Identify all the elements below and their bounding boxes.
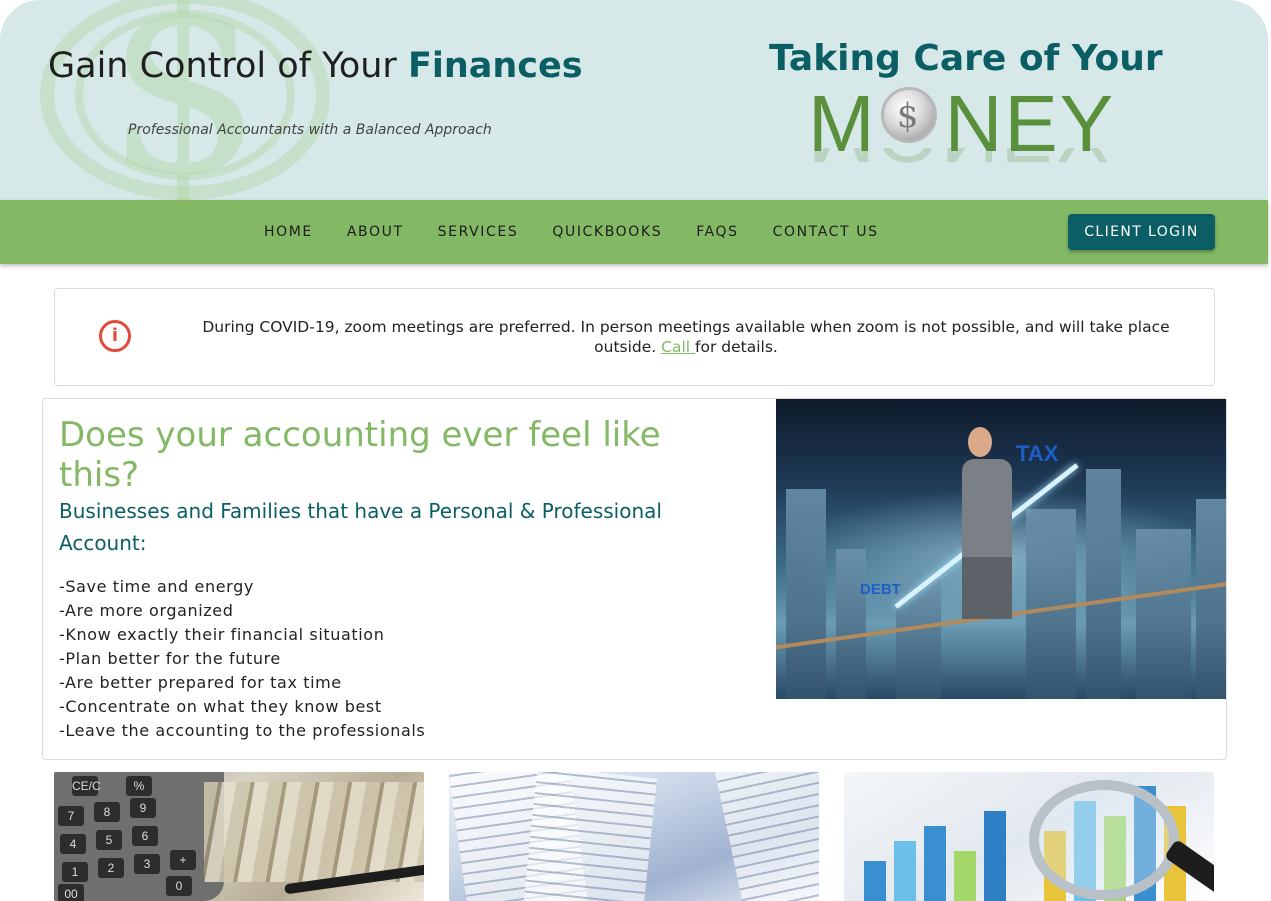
- coin-dollar-icon: $: [880, 87, 937, 143]
- benefit-item: -Are more organized: [59, 601, 234, 620]
- logo-heading: Taking Care of Your: [769, 38, 1163, 79]
- nav-item-about[interactable]: ABOUT: [330, 216, 421, 248]
- calculator-key: +: [170, 850, 196, 870]
- site-title-emphasis: Finances: [407, 46, 583, 86]
- nav-item-quickbooks[interactable]: QUICKBOOKS: [535, 216, 679, 248]
- logo-reflection: MONEY: [808, 148, 1111, 174]
- tightrope-businessman-image: TAX DEBT: [776, 399, 1226, 699]
- call-link[interactable]: Call: [661, 338, 695, 356]
- calculator-key: 7: [58, 806, 84, 826]
- calculator-key: 5: [96, 830, 122, 850]
- benefit-item: -Concentrate on what they know best: [59, 697, 382, 716]
- watermark-dollar-icon: $: [105, 0, 265, 200]
- benefit-item: -Save time and energy: [59, 577, 254, 596]
- notice-text: During COVID-19, zoom meetings are prefe…: [181, 317, 1191, 357]
- calculator-money-image: CE/C % 7 8 9 4 5 6 1 2 3 + 00 0: [54, 772, 424, 901]
- building: [1196, 499, 1226, 699]
- nav-item-faqs[interactable]: FAQS: [679, 216, 755, 248]
- calculator-key: 2: [98, 858, 124, 878]
- benefit-item: -Know exactly their financial situation: [59, 625, 385, 644]
- info-circle-icon: i: [99, 320, 131, 352]
- intro-subheading: Businesses and Families that have a Pers…: [59, 499, 662, 555]
- intro-heading: Does your accounting ever feel like this…: [59, 415, 661, 495]
- nav-menu: HOME ABOUT SERVICES QUICKBOOKS FAQS CONT…: [247, 200, 896, 264]
- calculator-key: 1: [62, 862, 88, 882]
- chart-bar: [864, 861, 886, 901]
- calculator-key: CE/C: [72, 776, 101, 796]
- nav-item-contact-us[interactable]: CONTACT US: [756, 216, 896, 248]
- calculator-key: 00: [58, 884, 84, 901]
- dollar-bills: [204, 782, 424, 882]
- notice-text-after: for details.: [695, 338, 778, 356]
- nav-item-home[interactable]: HOME: [247, 216, 330, 248]
- receipt-strip: [520, 772, 658, 901]
- calculator-key: 0: [166, 876, 192, 896]
- chart-bar: [894, 841, 916, 901]
- calculator-key: 3: [134, 854, 160, 874]
- chart-bar: [954, 851, 976, 901]
- chart-bar: [984, 811, 1006, 901]
- tax-label: TAX: [1016, 441, 1059, 466]
- building: [1086, 469, 1121, 699]
- site-title-prefix: Gain Control of Your: [48, 46, 408, 86]
- building: [1136, 529, 1191, 699]
- magnifier-chart-image: [844, 772, 1214, 901]
- building: [786, 489, 826, 699]
- benefit-item: -Are better prepared for tax time: [59, 673, 342, 692]
- chart-bar: [924, 826, 946, 901]
- calculator-key: %: [126, 776, 152, 796]
- main-nav: HOME ABOUT SERVICES QUICKBOOKS FAQS CONT…: [0, 200, 1268, 264]
- magnifying-glass-icon: [1029, 780, 1179, 900]
- coin-symbol: $: [896, 96, 921, 136]
- debt-label: DEBT: [860, 581, 901, 598]
- benefits-list: -Save time and energy -Are more organize…: [59, 575, 425, 743]
- receipts-image: [449, 772, 819, 901]
- site-header: $ Gain Control of Your Finances Professi…: [0, 0, 1268, 200]
- site-tagline: Professional Accountants with a Balanced…: [128, 122, 492, 138]
- businessman-legs: [962, 557, 1012, 619]
- businessman-body: [962, 459, 1012, 559]
- receipt-strip: [713, 772, 819, 901]
- calculator-key: 8: [94, 802, 120, 822]
- calculator-key: 9: [130, 798, 156, 818]
- businessman-head: [968, 427, 992, 457]
- covid-notice: i During COVID-19, zoom meetings are pre…: [54, 288, 1215, 386]
- benefit-item: -Plan better for the future: [59, 649, 281, 668]
- calculator-key: 6: [132, 826, 158, 846]
- nav-item-services[interactable]: SERVICES: [421, 216, 536, 248]
- client-login-button[interactable]: CLIENT LOGIN: [1068, 214, 1215, 250]
- calculator-key: 4: [60, 834, 86, 854]
- building: [836, 549, 866, 699]
- benefit-item: -Leave the accounting to the professiona…: [59, 721, 426, 740]
- site-title[interactable]: Gain Control of Your Finances: [48, 46, 583, 86]
- intro-card: Does your accounting ever feel like this…: [42, 398, 1227, 760]
- calculator: CE/C % 7 8 9 4 5 6 1 2 3 + 00 0: [54, 772, 224, 901]
